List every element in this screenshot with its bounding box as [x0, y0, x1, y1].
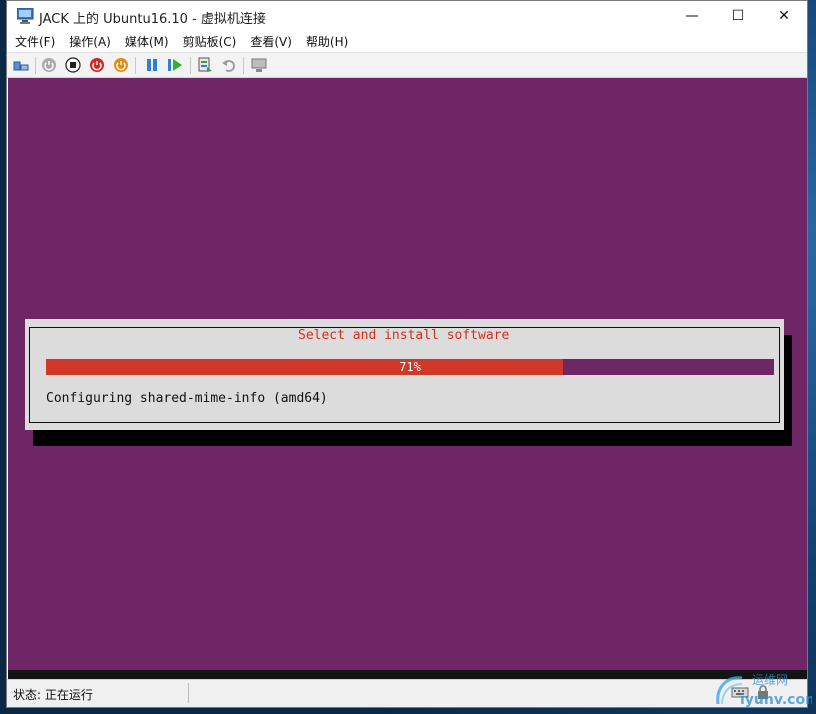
keyboard-icon: [731, 687, 749, 698]
progress-label: 71%: [399, 360, 421, 374]
shutdown-icon[interactable]: [89, 57, 105, 73]
enhanced-session-icon[interactable]: [251, 57, 267, 73]
menu-clipboard[interactable]: 剪贴板(C): [176, 33, 244, 50]
window-title: JACK 上的 Ubuntu16.10 - 虚拟机连接: [39, 12, 266, 27]
pause-icon[interactable]: [144, 57, 160, 73]
menu-action[interactable]: 操作(A): [62, 33, 118, 50]
turn-off-icon[interactable]: [65, 57, 81, 73]
start-icon[interactable]: [41, 57, 57, 73]
dialog-frame: Select and install software 71% Configur…: [29, 327, 780, 423]
revert-icon[interactable]: [221, 57, 237, 73]
ctrl-alt-del-icon[interactable]: [13, 57, 29, 73]
title-bar[interactable]: JACK 上的 Ubuntu16.10 - 虚拟机连接 — ☐ ✕: [7, 1, 807, 31]
save-icon[interactable]: [113, 57, 129, 73]
toolbar-separator: [35, 57, 36, 74]
installer-dialog: Select and install software 71% Configur…: [25, 319, 784, 430]
maximize-icon: ☐: [731, 8, 745, 24]
screen-bottom-edge: [8, 670, 807, 679]
checkpoint-icon[interactable]: [197, 57, 213, 73]
menu-bar: 文件(F) 操作(A) 媒体(M) 剪贴板(C) 查看(V) 帮助(H): [7, 31, 807, 52]
status-icons: [731, 684, 771, 700]
vm-connection-window: JACK 上的 Ubuntu16.10 - 虚拟机连接 — ☐ ✕ 文件(F) …: [6, 0, 808, 708]
close-icon: ✕: [778, 8, 790, 24]
menu-media[interactable]: 媒体(M): [118, 33, 176, 50]
status-divider: [188, 683, 189, 703]
menu-file[interactable]: 文件(F): [7, 33, 62, 50]
reset-icon[interactable]: [167, 57, 183, 73]
toolbar-separator: [135, 57, 136, 74]
menu-help[interactable]: 帮助(H): [299, 33, 355, 50]
minimize-button[interactable]: —: [669, 1, 715, 31]
dialog-title: Select and install software: [292, 328, 516, 343]
lock-icon: [758, 685, 768, 699]
progress-bar: 71%: [46, 359, 774, 375]
vm-connection-icon: [17, 8, 34, 24]
toolbar-separator: [243, 57, 244, 74]
status-bar: 状态: 正在运行: [7, 679, 807, 707]
menu-view[interactable]: 查看(V): [243, 33, 299, 50]
close-button[interactable]: ✕: [761, 1, 807, 31]
status-message: Configuring shared-mime-info (amd64): [46, 391, 328, 406]
maximize-button[interactable]: ☐: [715, 1, 761, 31]
toolbar: [7, 52, 807, 78]
minimize-icon: —: [685, 8, 699, 24]
toolbar-separator: [190, 57, 191, 74]
status-text: 状态: 正在运行: [13, 688, 93, 702]
vm-screen[interactable]: Select and install software 71% Configur…: [8, 78, 807, 670]
